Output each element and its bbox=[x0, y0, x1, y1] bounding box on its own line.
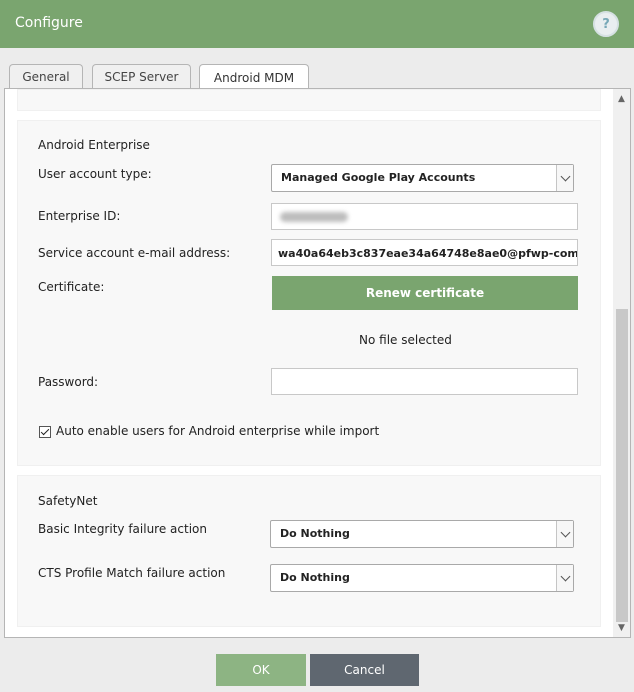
user-account-type-value: Managed Google Play Accounts bbox=[281, 171, 476, 184]
renew-certificate-button[interactable]: Renew certificate bbox=[272, 276, 578, 310]
auto-enable-label: Auto enable users for Android enterprise… bbox=[56, 424, 380, 438]
tab-scep-server[interactable]: SCEP Server bbox=[92, 64, 191, 89]
file-status-text: No file selected bbox=[359, 333, 452, 347]
ok-button[interactable]: OK bbox=[216, 654, 306, 686]
cts-profile-value: Do Nothing bbox=[280, 571, 350, 584]
dialog-footer: OK Cancel bbox=[0, 638, 634, 692]
enterprise-id-field[interactable] bbox=[271, 203, 578, 230]
cancel-button[interactable]: Cancel bbox=[310, 654, 419, 686]
dialog-title-bar: Configure ? bbox=[0, 0, 634, 48]
basic-integrity-select[interactable]: Do Nothing bbox=[270, 520, 574, 548]
scrollbar-thumb[interactable] bbox=[616, 309, 628, 622]
safetynet-title: SafetyNet bbox=[38, 494, 98, 508]
help-icon: ? bbox=[602, 16, 610, 32]
dialog-title: Configure bbox=[15, 15, 83, 31]
vertical-scrollbar[interactable]: ▲ ▼ bbox=[613, 89, 630, 637]
password-field[interactable] bbox=[271, 368, 578, 395]
user-account-type-select[interactable]: Managed Google Play Accounts bbox=[271, 164, 574, 192]
chevron-down-icon bbox=[556, 521, 573, 547]
basic-integrity-label: Basic Integrity failure action bbox=[38, 522, 207, 536]
tab-general[interactable]: General bbox=[9, 64, 83, 89]
service-account-email-value: wa40a64eb3c837eae34a64748e8ae0@pfwp-comc… bbox=[278, 247, 578, 260]
cts-profile-select[interactable]: Do Nothing bbox=[270, 564, 574, 592]
help-button[interactable]: ? bbox=[593, 11, 619, 37]
tab-content-area: Android Enterprise User account type: Ma… bbox=[4, 88, 631, 638]
redacted-value bbox=[280, 212, 348, 222]
service-account-email-field[interactable]: wa40a64eb3c837eae34a64748e8ae0@pfwp-comc… bbox=[271, 239, 578, 266]
basic-integrity-value: Do Nothing bbox=[280, 527, 350, 540]
user-account-type-label: User account type: bbox=[38, 167, 152, 181]
safetynet-panel bbox=[17, 475, 601, 627]
certificate-label: Certificate: bbox=[38, 280, 105, 294]
scroll-down-icon[interactable]: ▼ bbox=[613, 620, 630, 635]
auto-enable-checkbox[interactable] bbox=[39, 426, 51, 438]
enterprise-id-label: Enterprise ID: bbox=[38, 209, 121, 223]
chevron-down-icon bbox=[556, 165, 573, 191]
service-account-email-label: Service account e-mail address: bbox=[38, 246, 231, 260]
android-enterprise-title: Android Enterprise bbox=[38, 138, 150, 152]
cts-profile-label: CTS Profile Match failure action bbox=[38, 566, 226, 580]
password-label: Password: bbox=[38, 375, 99, 389]
previous-section-panel bbox=[17, 89, 601, 111]
tab-android-mdm[interactable]: Android MDM bbox=[199, 64, 309, 90]
tab-strip: General SCEP Server Android MDM bbox=[0, 48, 634, 90]
scroll-up-icon[interactable]: ▲ bbox=[613, 91, 630, 106]
chevron-down-icon bbox=[556, 565, 573, 591]
